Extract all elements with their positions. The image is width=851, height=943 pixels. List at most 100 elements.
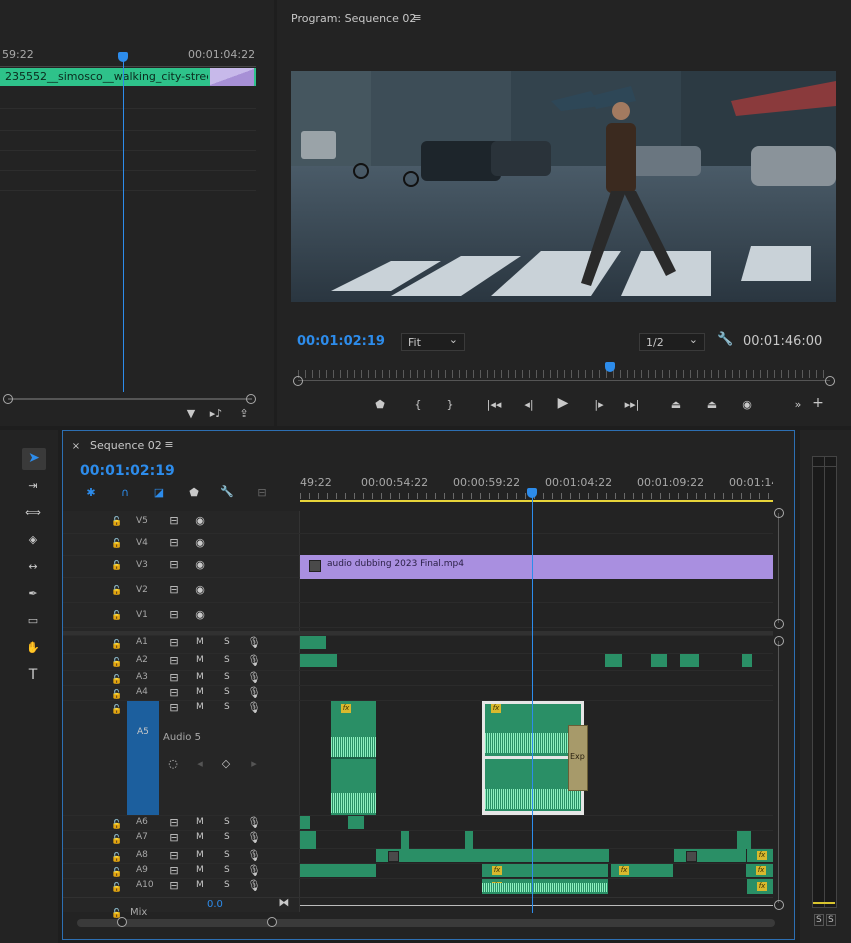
- a9-solo-button[interactable]: S: [224, 865, 230, 875]
- timeline-timecode[interactable]: 00:01:02:19: [80, 463, 175, 479]
- filter-icon[interactable]: ▼: [184, 408, 198, 420]
- a5-mute-button[interactable]: M: [196, 702, 204, 712]
- wrench-icon[interactable]: 🔧: [717, 333, 733, 346]
- a2-solo-button[interactable]: S: [224, 655, 230, 665]
- a1-mute-button[interactable]: M: [196, 637, 204, 647]
- a6-solo-button[interactable]: S: [224, 817, 230, 827]
- a6-track-label[interactable]: A6: [136, 817, 148, 827]
- step-forward-icon[interactable]: |▸: [591, 399, 607, 411]
- a1-mic-icon[interactable]: 🎙: [247, 637, 261, 649]
- a2-lock-icon[interactable]: 🔓: [111, 657, 122, 669]
- source-ruler[interactable]: [0, 62, 256, 67]
- export-icon[interactable]: ⇪: [236, 408, 252, 420]
- v4-sync-icon[interactable]: ⊟: [167, 537, 181, 549]
- a1-sync-icon[interactable]: ⊟: [167, 637, 181, 649]
- a6-clip-2[interactable]: [348, 816, 364, 829]
- razor-tool-icon[interactable]: ◈: [24, 534, 42, 546]
- a7-mic-icon[interactable]: 🎙: [247, 832, 261, 844]
- close-tab-icon[interactable]: ×: [71, 441, 81, 453]
- insert-audio-icon[interactable]: ▸♪: [208, 408, 224, 420]
- zoom-dropdown[interactable]: Fit: [401, 333, 465, 351]
- a2-mic-icon[interactable]: 🎙: [247, 655, 261, 667]
- a8-sync-icon[interactable]: ⊟: [167, 850, 181, 862]
- mix-value[interactable]: 0.0: [207, 899, 223, 910]
- a8-clip[interactable]: [376, 849, 609, 862]
- a5-sync-icon[interactable]: ⊟: [167, 702, 181, 714]
- program-playhead-marker[interactable]: [605, 362, 615, 372]
- exp-transition[interactable]: Exp: [568, 725, 588, 791]
- snap-icon[interactable]: ∩: [117, 487, 133, 499]
- a5-clip-left[interactable]: fx: [331, 701, 376, 815]
- a8-track-label[interactable]: A8: [136, 850, 148, 860]
- a7-clip-4[interactable]: [737, 831, 751, 849]
- a4-mute-button[interactable]: M: [196, 687, 204, 697]
- a7-clip-2[interactable]: [401, 831, 409, 849]
- meter-solo-right[interactable]: S: [826, 914, 836, 926]
- a10-clip-2[interactable]: fx: [747, 879, 773, 894]
- a7-lock-icon[interactable]: 🔓: [111, 834, 122, 846]
- a5-mic-icon[interactable]: 🎙: [247, 702, 261, 714]
- type-tool-icon[interactable]: T: [24, 668, 42, 682]
- mix-end-icon[interactable]: ⧓: [278, 897, 290, 909]
- a2-clip-5[interactable]: [742, 654, 752, 667]
- a7-mute-button[interactable]: M: [196, 832, 204, 842]
- v2-lock-icon[interactable]: 🔓: [111, 585, 122, 597]
- meter-solo-left[interactable]: S: [814, 914, 824, 926]
- a7-clip[interactable]: [300, 831, 316, 849]
- a3-mic-icon[interactable]: 🎙: [247, 672, 261, 684]
- step-back-icon[interactable]: ◂|: [521, 399, 537, 411]
- v5-lock-icon[interactable]: 🔓: [111, 516, 122, 528]
- a7-sync-icon[interactable]: ⊟: [167, 832, 181, 844]
- a9-sync-icon[interactable]: ⊟: [167, 865, 181, 877]
- timeline-scroll-handle-right[interactable]: [267, 917, 277, 927]
- mark-in-icon[interactable]: {: [411, 399, 425, 411]
- mix-volume-line[interactable]: [300, 905, 773, 906]
- resolution-dropdown[interactable]: 1/2: [639, 333, 705, 351]
- a3-mute-button[interactable]: M: [196, 672, 204, 682]
- a5-clip-selected[interactable]: fx Exp: [482, 701, 588, 815]
- captions-icon[interactable]: ⊟: [253, 487, 271, 499]
- a8-mute-button[interactable]: M: [196, 850, 204, 860]
- rectangle-tool-icon[interactable]: ▭: [24, 615, 42, 627]
- a1-clip[interactable]: [300, 636, 326, 649]
- timeline-scroll-handle-left[interactable]: [117, 917, 127, 927]
- a2-clip[interactable]: [300, 654, 337, 667]
- a9-clip-4[interactable]: fx: [746, 864, 773, 877]
- export-frame-icon[interactable]: ◉: [739, 399, 755, 411]
- v4-lock-icon[interactable]: 🔓: [111, 538, 122, 550]
- a5-keyframe-icon[interactable]: ◌: [167, 758, 179, 770]
- a10-lock-icon[interactable]: 🔓: [111, 882, 122, 894]
- v5-eye-icon[interactable]: ◉: [193, 515, 207, 527]
- a3-sync-icon[interactable]: ⊟: [167, 672, 181, 684]
- a1-track-label[interactable]: A1: [136, 637, 148, 647]
- a10-sync-icon[interactable]: ⊟: [167, 880, 181, 892]
- v5-track-label[interactable]: V5: [136, 516, 148, 526]
- v3-eye-icon[interactable]: ◉: [193, 559, 207, 571]
- a4-sync-icon[interactable]: ⊟: [167, 687, 181, 699]
- track-select-tool-icon[interactable]: ⇥: [24, 480, 42, 492]
- a5-add-keyframe-icon[interactable]: ◇: [221, 758, 231, 770]
- play-icon[interactable]: ▶: [555, 396, 571, 410]
- timeline-marker-icon[interactable]: ⬟: [187, 487, 201, 499]
- a10-mute-button[interactable]: M: [196, 880, 204, 890]
- a7-clip-3[interactable]: [465, 831, 473, 849]
- video-scroll-handle-top[interactable]: [774, 508, 784, 518]
- go-to-out-icon[interactable]: ▸▸|: [623, 399, 641, 411]
- v1-track-label[interactable]: V1: [136, 610, 148, 620]
- video-scroll-handle-bottom[interactable]: [774, 619, 784, 629]
- a6-sync-icon[interactable]: ⊟: [167, 817, 181, 829]
- a2-clip-3[interactable]: [651, 654, 667, 667]
- a10-clip[interactable]: fx: [482, 879, 608, 894]
- a4-track-label[interactable]: A4: [136, 687, 148, 697]
- v2-eye-icon[interactable]: ◉: [193, 584, 207, 596]
- a3-solo-button[interactable]: S: [224, 672, 230, 682]
- source-scroll-handle-right[interactable]: [246, 394, 256, 404]
- a9-clip[interactable]: [300, 864, 376, 877]
- button-editor-icon[interactable]: +: [811, 396, 825, 410]
- a9-clip-2[interactable]: fx: [482, 864, 608, 877]
- a4-solo-button[interactable]: S: [224, 687, 230, 697]
- a9-track-label[interactable]: A9: [136, 865, 148, 875]
- program-timecode[interactable]: 00:01:02:19: [297, 334, 385, 349]
- timeline-settings-icon[interactable]: 🔧: [219, 486, 235, 498]
- lift-icon[interactable]: ⏏: [667, 399, 685, 411]
